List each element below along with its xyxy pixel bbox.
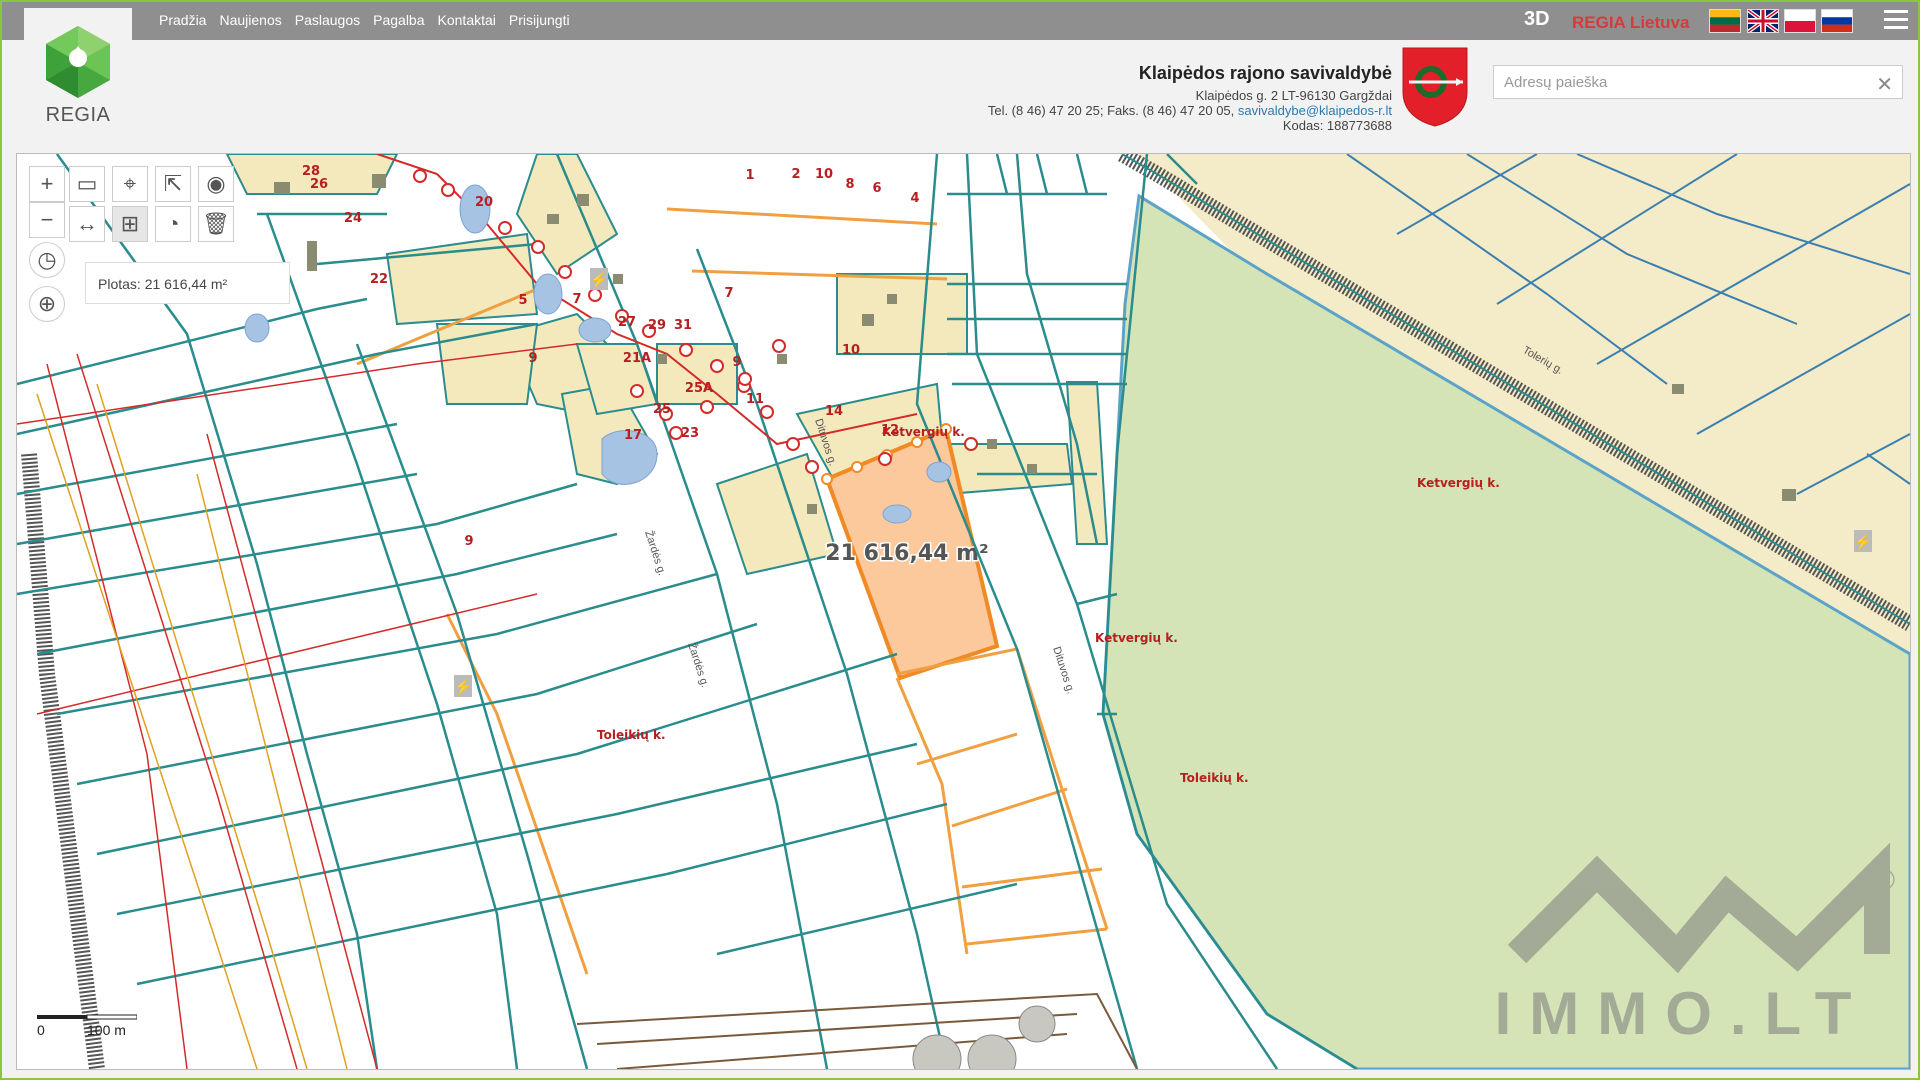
parcel-number-label: 9 [528, 351, 537, 366]
parcel-number-label: 25A [685, 381, 713, 396]
parcel-number-label: 25 [653, 402, 671, 417]
nav-pagalba[interactable]: Pagalba [373, 12, 424, 28]
measure-angle-icon[interactable]: ◔ [155, 206, 191, 242]
parcel-number-label: 21A [623, 351, 651, 366]
area-label-on-map: 21 616,44 m² [825, 541, 988, 566]
parcel-number-label: 14 [825, 404, 843, 419]
nav-paslaugos[interactable]: Paslaugos [295, 12, 360, 28]
gb-flag-icon[interactable] [1746, 8, 1780, 34]
cadastral-map[interactable]: 21 616,44 m² ⚡ ⚡ ⚡ 1 2 108 6428262420225… [17, 154, 1910, 1069]
parcel-number-label: 26 [310, 177, 328, 192]
locate-icon[interactable]: ⊕ [29, 286, 65, 322]
registered-mark: ® [1873, 864, 1895, 897]
parcel-number-label: 24 [344, 211, 362, 226]
measure-tool-icon[interactable]: ▭ [69, 166, 105, 202]
parcel-number-label: 9 [464, 534, 473, 549]
street-name-label: Žardės g. [685, 641, 712, 689]
parcel-number-label: 4 [910, 191, 919, 206]
place-name-label: Ketvergių k. [1417, 476, 1500, 490]
lt-flag-icon[interactable] [1709, 9, 1741, 33]
zoom-in-button[interactable]: + [29, 166, 65, 202]
scale-end-label: 100 m [87, 1022, 126, 1038]
place-name-label: Toleikių k. [597, 728, 666, 742]
svg-text:⚡: ⚡ [590, 271, 609, 289]
parcel-number-label: 22 [370, 272, 388, 287]
map-canvas[interactable]: 21 616,44 m² ⚡ ⚡ ⚡ 1 2 10 8 6 4 28 26 24… [16, 153, 1911, 1070]
logo-text: REGIA [45, 104, 111, 126]
parcel-number-label: 9 [732, 355, 741, 370]
point-tool-icon[interactable]: ◉ [198, 166, 234, 202]
svg-text:⚡: ⚡ [1854, 533, 1873, 551]
place-name-label: Toleikių k. [1180, 771, 1249, 785]
parcel-number-label: 5 [518, 293, 527, 308]
regia-gem-icon [46, 26, 110, 98]
area-readout: Plotas: 21 616,44 m² [85, 262, 290, 304]
pl-flag-icon[interactable] [1784, 9, 1816, 33]
menu-icon[interactable] [1884, 10, 1908, 32]
top-bar: Pradžia Naujienos Paslaugos Pagalba Kont… [2, 2, 1918, 40]
history-icon[interactable]: ◷ [29, 242, 65, 278]
delete-icon[interactable]: 🗑 [198, 206, 234, 242]
parcel-number-label: 7 [724, 286, 733, 301]
nav-naujienos[interactable]: Naujienos [219, 12, 281, 28]
marker-tool-icon[interactable]: ⌖ [112, 166, 148, 202]
parcel-number-label: 11 [746, 392, 764, 407]
scale-bar: 0 100 m [37, 1014, 137, 1038]
parcel-number-label: 1 [745, 168, 754, 183]
parcel-number-label: 31 [674, 318, 692, 333]
clear-search-icon[interactable]: ✕ [1876, 72, 1893, 97]
parcel-number-label: 7 [572, 292, 581, 307]
app-frame: Pradžia Naujienos Paslaugos Pagalba Kont… [0, 0, 1920, 1080]
parcel-number-label: 27 [618, 315, 636, 330]
zoom-out-button[interactable]: − [29, 202, 65, 238]
street-name-label: Žardės g. [642, 529, 669, 577]
3d-button[interactable]: 3D [1524, 8, 1550, 31]
measure-distance-icon[interactable]: ↔ [69, 206, 105, 242]
street-name-label: Dituvos g. [1050, 645, 1077, 695]
share-icon[interactable]: ⇱ [155, 166, 191, 202]
place-name-label: Ketvergių k. [1095, 631, 1178, 645]
scale-start-label: 0 [37, 1022, 45, 1038]
org-code: Kodas: 188773688 [1282, 118, 1392, 133]
parcel-number-label: 29 [648, 318, 666, 333]
org-address: Klaipėdos g. 2 LT-96130 Gargždai [1195, 88, 1392, 103]
regia-lietuva-link[interactable]: REGIA Lietuva [1572, 13, 1689, 33]
org-name: Klaipėdos rajono savivaldybė [1138, 63, 1392, 83]
main-nav: Pradžia Naujienos Paslaugos Pagalba Kont… [159, 12, 570, 28]
place-name-label: Ketvergių k. [882, 425, 965, 439]
parcel-number-label: 2 [791, 167, 800, 182]
parcel-number-label: 8 [845, 177, 854, 192]
parcel-number-label: 10 [815, 167, 833, 182]
nav-kontaktai[interactable]: Kontaktai [438, 12, 496, 28]
nav-pradzia[interactable]: Pradžia [159, 12, 206, 28]
parcel-number-label: 23 [681, 426, 699, 441]
svg-text:⚡: ⚡ [454, 678, 473, 696]
parcel-number-label: 17 [624, 428, 642, 443]
nav-prisijungti[interactable]: Prisijungti [509, 12, 570, 28]
org-contacts: Tel. (8 46) 47 20 25; Faks. (8 46) 47 20… [988, 103, 1392, 118]
regia-logo[interactable]: REGIA [24, 8, 132, 136]
address-search: ✕ [1493, 65, 1903, 99]
parcel-number-label: 10 [842, 343, 860, 358]
watermark-text: IMMO.LT [1495, 980, 1870, 1047]
org-phone: Tel. (8 46) 47 20 25; Faks. (8 46) 47 20… [987, 103, 1238, 118]
coat-of-arms-icon [1402, 47, 1468, 127]
address-search-input[interactable] [1502, 66, 1866, 98]
parcel-number-label: 6 [872, 181, 881, 196]
ru-flag-icon[interactable] [1821, 9, 1853, 33]
org-email-link[interactable]: savivaldybe@klaipedos-r.lt [1238, 103, 1392, 118]
parcel-number-label: 20 [475, 195, 493, 210]
measure-area-icon[interactable]: ⊞ [112, 206, 148, 242]
